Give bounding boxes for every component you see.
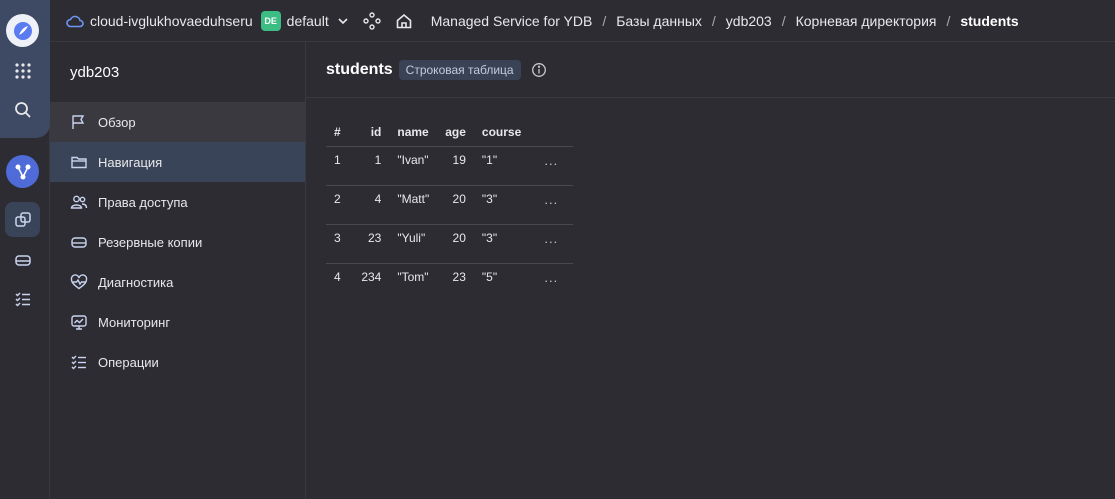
cell-age[interactable]: 23 — [437, 263, 474, 302]
sidebar-item-label: Мониторинг — [98, 314, 171, 330]
column-header-index[interactable]: # — [326, 118, 349, 147]
cell-name[interactable]: "Tom" — [389, 263, 437, 302]
info-icon[interactable] — [531, 62, 547, 78]
sidebar-item-overview[interactable]: Обзор — [50, 102, 305, 142]
sidebar-item-label: Навигация — [98, 154, 163, 170]
backup-drive-icon[interactable] — [5, 242, 40, 277]
sidebar-item-operations[interactable]: Операции — [50, 342, 305, 382]
table-row[interactable]: 2 4 "Matt" 20 "3" ... — [326, 185, 574, 225]
sidebar-item-diagnostics[interactable]: Диагностика — [50, 262, 305, 302]
cell-id[interactable]: 4 — [348, 185, 390, 225]
app-window: cloud-ivglukhovaeduhseru DE default Mana… — [0, 0, 1115, 499]
sidebar-item-access-rights[interactable]: Права доступа — [50, 182, 305, 222]
service-sidebar: ydb203 Обзор Навигация Права доступа Рез… — [50, 42, 306, 499]
cell-name[interactable]: "Yuli" — [389, 224, 438, 264]
cell-course[interactable]: "3" — [473, 224, 530, 264]
cell-id[interactable]: 23 — [348, 224, 390, 264]
backup-drive-icon — [70, 233, 88, 251]
row-actions-icon[interactable]: ... — [544, 231, 558, 246]
breadcrumb-current-table: students — [960, 12, 1019, 29]
row-actions-icon[interactable]: ... — [544, 153, 558, 168]
sidebar-item-navigation[interactable]: Навигация — [50, 142, 305, 182]
cell-name[interactable]: "Matt" — [389, 185, 438, 225]
column-header-id[interactable]: id — [348, 118, 390, 147]
sidebar-item-backups[interactable]: Резервные копии — [50, 222, 305, 262]
row-index: 4 — [334, 269, 341, 284]
cell-id[interactable]: 1 — [348, 146, 390, 186]
database-title: ydb203 — [70, 64, 120, 81]
users-icon — [70, 193, 88, 211]
flag-icon — [70, 113, 88, 131]
monitor-chart-icon — [70, 313, 88, 331]
breadcrumb-database[interactable]: ydb203 — [726, 13, 772, 29]
row-actions-icon[interactable]: ... — [544, 270, 558, 285]
sidebar-item-label: Права доступа — [98, 194, 188, 210]
table-header-row: # id name age course — [326, 118, 574, 147]
sidebar-item-monitoring[interactable]: Мониторинг — [50, 302, 305, 342]
breadcrumb-managed-service[interactable]: Managed Service for YDB — [431, 13, 593, 29]
home-icon[interactable] — [395, 12, 413, 30]
databases-icon[interactable] — [5, 202, 40, 237]
cell-age[interactable]: 19 — [437, 146, 474, 186]
main-content: students Строковая таблица # id name age… — [306, 42, 1115, 499]
column-header-actions — [529, 118, 574, 147]
cloud-name[interactable]: cloud-ivglukhovaeduhseru — [90, 13, 253, 29]
breadcrumb-separator: / — [781, 12, 786, 29]
folder-badge: DE — [260, 10, 281, 31]
breadcrumb-databases[interactable]: Базы данных — [616, 13, 702, 29]
sidebar-item-label: Диагностика — [98, 274, 174, 290]
left-rail — [0, 0, 50, 499]
search-icon[interactable] — [5, 92, 40, 127]
table-type-badge: Строковая таблица — [398, 59, 521, 80]
services-diamond-icon[interactable] — [363, 11, 381, 30]
breadcrumb-separator: / — [711, 12, 716, 29]
column-header-name[interactable]: name — [389, 118, 438, 147]
breadcrumb: Managed Service for YDB / Базы данных / … — [431, 13, 1019, 29]
cell-course[interactable]: "3" — [473, 185, 530, 225]
table-row[interactable]: 1 1 "Ivan" 19 "1" ... — [326, 146, 574, 186]
sidebar-item-label: Резервные копии — [98, 234, 203, 250]
row-index: 2 — [326, 185, 349, 225]
column-header-age[interactable]: age — [437, 118, 474, 147]
cell-age[interactable]: 20 — [437, 224, 474, 264]
column-header-course[interactable]: course — [473, 118, 530, 147]
cell-course[interactable]: "1" — [473, 146, 530, 186]
cloud-icon — [66, 14, 84, 28]
cell-id[interactable]: 234 — [349, 263, 390, 302]
operations-list-icon[interactable] — [5, 281, 40, 316]
table-row[interactable]: 3 23 "Yuli" 20 "3" ... — [326, 224, 574, 264]
cell-age[interactable]: 20 — [437, 185, 474, 225]
breadcrumb-separator: / — [602, 12, 607, 29]
heartbeat-icon — [70, 273, 88, 291]
sidebar-nav: Обзор Навигация Права доступа Резервные … — [50, 102, 305, 382]
folder-name[interactable]: default — [287, 13, 329, 29]
sidebar-item-label: Операции — [98, 354, 159, 370]
data-table: # id name age course 1 1 "Ivan" 19 "1" .… — [326, 118, 574, 302]
chevron-down-icon[interactable] — [337, 15, 349, 27]
operations-list-icon — [70, 353, 88, 371]
row-actions-icon[interactable]: ... — [544, 192, 558, 207]
breadcrumb-separator: / — [946, 12, 951, 29]
folder-icon — [70, 153, 88, 171]
row-index: 3 — [326, 224, 349, 264]
yandex-cloud-logo-icon[interactable] — [6, 14, 39, 47]
apps-grid-icon[interactable] — [5, 53, 40, 88]
breadcrumb-root-directory[interactable]: Корневая директория — [796, 13, 937, 29]
cell-course[interactable]: "5" — [474, 263, 529, 302]
cell-name[interactable]: "Ivan" — [389, 146, 438, 186]
row-index: 1 — [326, 146, 349, 186]
page-title: students — [326, 60, 393, 78]
sidebar-item-label: Обзор — [98, 114, 136, 130]
top-header: cloud-ivglukhovaeduhseru DE default Mana… — [50, 0, 1115, 42]
table-row[interactable]: 4 234 "Tom" 23 "5" ... — [326, 263, 573, 302]
ydb-service-icon[interactable] — [6, 155, 39, 188]
page-header: students Строковая таблица — [306, 42, 1115, 98]
